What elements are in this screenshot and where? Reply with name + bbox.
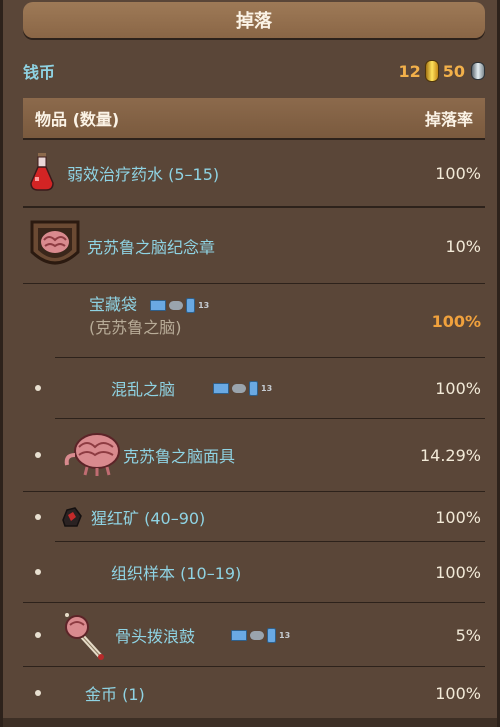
mobile-icon xyxy=(186,298,196,313)
drops-panel: 掉落 钱币 12 50 物品 (数量) 掉落率 弱效治疗药水 (5–15) 10… xyxy=(0,0,500,727)
platform-icons: 13 xyxy=(231,627,291,643)
gold-coin-icon xyxy=(424,60,439,82)
crimtane-ore-icon xyxy=(62,507,82,527)
version-badge: 13 xyxy=(198,300,210,310)
platform-icons: 13 xyxy=(213,380,273,396)
drop-row-brain-confusion: 混乱之脑 13 100% xyxy=(23,358,485,418)
drop-row-potion: 弱效治疗药水 (5–15) 100% xyxy=(23,141,485,205)
drop-rate: 100% xyxy=(431,311,481,331)
coins-value: 12 50 xyxy=(398,60,485,82)
item-name[interactable]: 金币 (1) xyxy=(85,681,145,705)
item-name[interactable]: 猩红矿 (40–90) xyxy=(91,505,205,529)
bullet xyxy=(35,632,41,638)
platform-icons: 13 xyxy=(150,295,209,317)
pc-icon xyxy=(150,300,167,311)
bullet xyxy=(35,690,41,696)
drop-rate: 100% xyxy=(435,562,481,582)
console-icon xyxy=(250,630,264,640)
drops-header: 掉落 xyxy=(23,2,485,38)
drop-rate: 100% xyxy=(435,683,481,703)
item-name[interactable]: 弱效治疗药水 (5–15) xyxy=(67,161,219,185)
silver-amount: 50 xyxy=(442,61,465,81)
drop-row-relic: 克苏鲁之脑纪念章 10% xyxy=(23,206,485,284)
console-icon xyxy=(232,383,246,393)
treasure-bag-label: 宝藏袋 13 (克苏鲁之脑) xyxy=(89,294,209,339)
silver-coin-icon xyxy=(471,62,485,80)
mobile-icon xyxy=(249,380,258,396)
drop-row-tissue: 组织样本 (10–19) 100% xyxy=(23,542,485,602)
bone-rattle-icon xyxy=(65,613,104,660)
bullet xyxy=(35,569,41,575)
bullet xyxy=(35,452,41,458)
bullet xyxy=(35,514,41,520)
gold-amount: 12 xyxy=(398,61,421,81)
drop-row-treasure-bag: 宝藏袋 13 (克苏鲁之脑) 100% xyxy=(23,283,485,358)
drop-rate: 10% xyxy=(445,236,481,256)
brain-mask-icon xyxy=(64,433,120,476)
version-badge: 13 xyxy=(261,383,273,393)
drop-row-crimtane: 猩红矿 (40–90) 100% xyxy=(23,491,485,542)
bullet xyxy=(35,385,41,391)
panel-bottom-edge xyxy=(3,718,497,727)
item-name[interactable]: 克苏鲁之脑面具 xyxy=(123,443,235,467)
drop-rate: 100% xyxy=(435,507,481,527)
column-item: 物品 (数量) xyxy=(35,110,120,129)
drop-row-mask: 克苏鲁之脑面具 14.29% xyxy=(23,419,485,491)
drop-row-gold-coin: 金币 (1) 100% xyxy=(23,666,485,719)
mobile-icon xyxy=(267,627,276,643)
coins-label: 钱币 xyxy=(23,63,56,82)
drop-rate: 100% xyxy=(435,163,481,183)
drop-rate: 14.29% xyxy=(419,445,481,465)
pc-icon xyxy=(231,629,247,641)
drop-row-bone-rattle: 骨头拨浪鼓 13 5% xyxy=(23,602,485,667)
coins-row: 钱币 12 50 xyxy=(23,56,485,86)
item-name[interactable]: 宝藏袋 xyxy=(89,295,137,314)
item-name[interactable]: 混乱之脑 xyxy=(111,376,175,400)
brain-relic-icon xyxy=(30,220,80,265)
item-subtitle: (克苏鲁之脑) xyxy=(89,317,182,337)
item-name[interactable]: 骨头拨浪鼓 xyxy=(115,623,195,647)
healing-potion-icon xyxy=(30,153,54,191)
item-name[interactable]: 克苏鲁之脑纪念章 xyxy=(87,234,215,258)
column-rate: 掉落率 xyxy=(424,110,473,129)
item-name[interactable]: 组织样本 (10–19) xyxy=(111,560,241,584)
console-icon xyxy=(169,301,184,310)
version-badge: 13 xyxy=(279,630,291,640)
table-header: 物品 (数量) 掉落率 xyxy=(23,98,485,140)
drops-title: 掉落 xyxy=(236,11,272,32)
drop-rate: 5% xyxy=(455,625,481,645)
drop-rate: 100% xyxy=(435,378,481,398)
pc-icon xyxy=(213,382,229,394)
